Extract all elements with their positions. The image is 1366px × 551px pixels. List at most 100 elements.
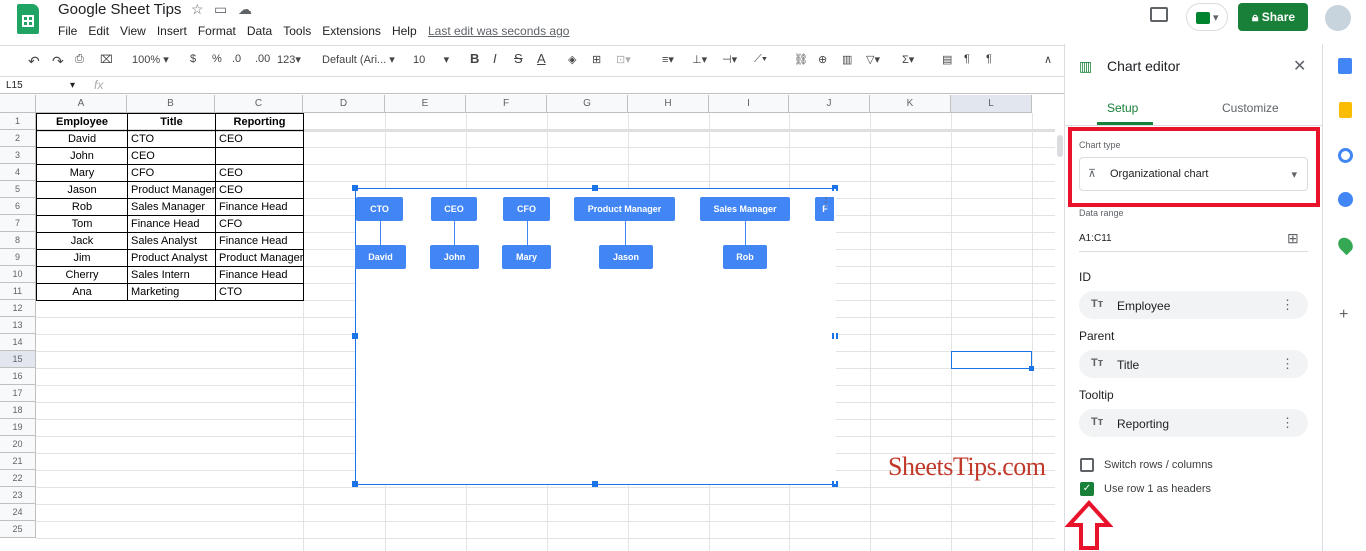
org-chart-node[interactable]: Rob bbox=[723, 245, 767, 269]
row-header-17[interactable]: 17 bbox=[0, 385, 36, 402]
row-header-14[interactable]: 14 bbox=[0, 334, 36, 351]
menu-edit[interactable]: Edit bbox=[88, 24, 109, 38]
cloud-status-icon[interactable]: ☁ bbox=[238, 1, 252, 18]
row-header-23[interactable]: 23 bbox=[0, 487, 36, 504]
table-cell[interactable]: Finance Head bbox=[215, 198, 304, 216]
column-header-g[interactable]: G bbox=[547, 95, 628, 113]
column-header-b[interactable]: B bbox=[127, 95, 215, 113]
fill-color-icon[interactable]: ◈ bbox=[568, 53, 576, 66]
table-cell[interactable]: Finance Head bbox=[215, 232, 304, 250]
menu-data[interactable]: Data bbox=[247, 24, 272, 38]
table-cell[interactable]: Finance Head bbox=[215, 266, 304, 284]
header-cell[interactable]: Reporting bbox=[215, 113, 304, 131]
column-header-h[interactable]: H bbox=[628, 95, 709, 113]
table-cell[interactable]: Sales Intern bbox=[127, 266, 216, 284]
row-header-13[interactable]: 13 bbox=[0, 317, 36, 334]
chart-type-select[interactable]: ⊼ Organizational chart ▾ bbox=[1079, 157, 1308, 191]
table-cell[interactable]: John bbox=[36, 147, 128, 165]
org-chart-node[interactable]: CFO bbox=[503, 197, 550, 221]
menu-extensions[interactable]: Extensions bbox=[322, 24, 381, 38]
org-chart-node[interactable]: Jason bbox=[599, 245, 653, 269]
row-header-22[interactable]: 22 bbox=[0, 470, 36, 487]
fill-handle[interactable] bbox=[1029, 366, 1034, 371]
table-cell[interactable]: Product Analyst bbox=[127, 249, 216, 267]
table-cell[interactable]: CFO bbox=[215, 215, 304, 233]
redo-icon[interactable]: ↷ bbox=[52, 53, 64, 70]
row-header-11[interactable]: 11 bbox=[0, 283, 36, 300]
menu-view[interactable]: View bbox=[120, 24, 146, 38]
table-cell[interactable]: CEO bbox=[215, 181, 304, 199]
name-box[interactable]: L15 bbox=[6, 80, 23, 91]
text-wrap-icon[interactable]: ⊣▾ bbox=[722, 53, 737, 66]
strikethrough-icon[interactable]: S bbox=[514, 51, 523, 66]
ltr-icon[interactable]: ¶ bbox=[964, 53, 970, 65]
more-vert-icon[interactable]: ⋮ bbox=[1281, 415, 1294, 431]
add-addon-icon[interactable]: + bbox=[1339, 306, 1348, 324]
insert-comment-icon[interactable]: ⊕ bbox=[818, 53, 827, 66]
table-cell[interactable]: Sales Manager bbox=[127, 198, 216, 216]
column-header-j[interactable]: J bbox=[789, 95, 870, 113]
font-size-select[interactable]: 10 ▾ bbox=[413, 53, 449, 66]
last-edit-link[interactable]: Last edit was seconds ago bbox=[428, 24, 569, 38]
header-cell[interactable]: Employee bbox=[36, 113, 128, 131]
column-header-i[interactable]: I bbox=[709, 95, 789, 113]
row-header-16[interactable]: 16 bbox=[0, 368, 36, 385]
row-header-12[interactable]: 12 bbox=[0, 300, 36, 317]
table-cell[interactable]: Rob bbox=[36, 198, 128, 216]
functions-icon[interactable]: Σ▾ bbox=[902, 53, 914, 66]
document-title[interactable]: Google Sheet Tips bbox=[58, 1, 181, 18]
table-cell[interactable]: David bbox=[36, 130, 128, 148]
print-icon[interactable]: ⎙ bbox=[75, 53, 84, 66]
column-header-l[interactable]: L bbox=[951, 95, 1032, 113]
name-box-dropdown-icon[interactable]: ▾ bbox=[70, 80, 75, 91]
table-cell[interactable]: CFO bbox=[127, 164, 216, 182]
row-header-19[interactable]: 19 bbox=[0, 419, 36, 436]
table-cell[interactable]: Jack bbox=[36, 232, 128, 250]
row-header-6[interactable]: 6 bbox=[0, 198, 36, 215]
increase-decimal-button[interactable]: .00 bbox=[255, 53, 270, 65]
row-header-3[interactable]: 3 bbox=[0, 147, 36, 164]
tab-setup[interactable]: Setup bbox=[1107, 101, 1138, 115]
row-header-5[interactable]: 5 bbox=[0, 181, 36, 198]
table-cell[interactable]: CEO bbox=[215, 130, 304, 148]
italic-icon[interactable]: I bbox=[493, 51, 497, 66]
number-format-select[interactable]: 123▾ bbox=[277, 53, 301, 66]
row-header-21[interactable]: 21 bbox=[0, 453, 36, 470]
bold-icon[interactable]: B bbox=[470, 51, 479, 66]
tasks-icon[interactable] bbox=[1338, 148, 1353, 163]
table-cell[interactable]: Finance Head bbox=[127, 215, 216, 233]
filter-icon[interactable]: ▽▾ bbox=[866, 53, 880, 66]
row-header-25[interactable]: 25 bbox=[0, 521, 36, 538]
vertical-align-icon[interactable]: ⊥▾ bbox=[692, 53, 707, 66]
org-chart-node[interactable]: CTO bbox=[356, 197, 403, 221]
tab-customize[interactable]: Customize bbox=[1222, 101, 1279, 115]
selected-cell[interactable] bbox=[951, 351, 1032, 369]
resize-handle[interactable] bbox=[592, 481, 598, 487]
insert-chart-icon[interactable]: ▥ bbox=[842, 53, 852, 66]
comment-icon[interactable] bbox=[1150, 7, 1168, 22]
undo-icon[interactable]: ↶ bbox=[28, 53, 40, 70]
resize-handle[interactable] bbox=[352, 185, 358, 191]
row-header-10[interactable]: 10 bbox=[0, 266, 36, 283]
rtl-icon[interactable]: ¶ bbox=[986, 53, 992, 65]
table-cell[interactable]: Tom bbox=[36, 215, 128, 233]
chart-menu-icon[interactable]: ⋮ bbox=[820, 196, 832, 208]
select-all-corner[interactable] bbox=[0, 95, 36, 113]
table-cell[interactable]: Product Manager bbox=[127, 181, 216, 199]
menu-format[interactable]: Format bbox=[198, 24, 236, 38]
freeze-icon[interactable]: ▤ bbox=[942, 53, 952, 66]
meet-button[interactable]: ▾ bbox=[1186, 3, 1228, 31]
row-header-18[interactable]: 18 bbox=[0, 402, 36, 419]
org-chart-node[interactable]: Sales Manager bbox=[700, 197, 790, 221]
star-icon[interactable]: ☆ bbox=[191, 1, 204, 18]
column-header-d[interactable]: D bbox=[303, 95, 385, 113]
table-cell[interactable]: CEO bbox=[215, 164, 304, 182]
table-cell[interactable]: Marketing bbox=[127, 283, 216, 301]
row-header-7[interactable]: 7 bbox=[0, 215, 36, 232]
paint-format-icon[interactable]: ⌧ bbox=[100, 53, 113, 66]
org-chart-node[interactable]: Product Manager bbox=[574, 197, 675, 221]
row-header-20[interactable]: 20 bbox=[0, 436, 36, 453]
borders-icon[interactable]: ⊞ bbox=[592, 53, 601, 66]
org-chart-node[interactable]: Mary bbox=[502, 245, 551, 269]
org-chart-node[interactable]: David bbox=[355, 245, 406, 269]
